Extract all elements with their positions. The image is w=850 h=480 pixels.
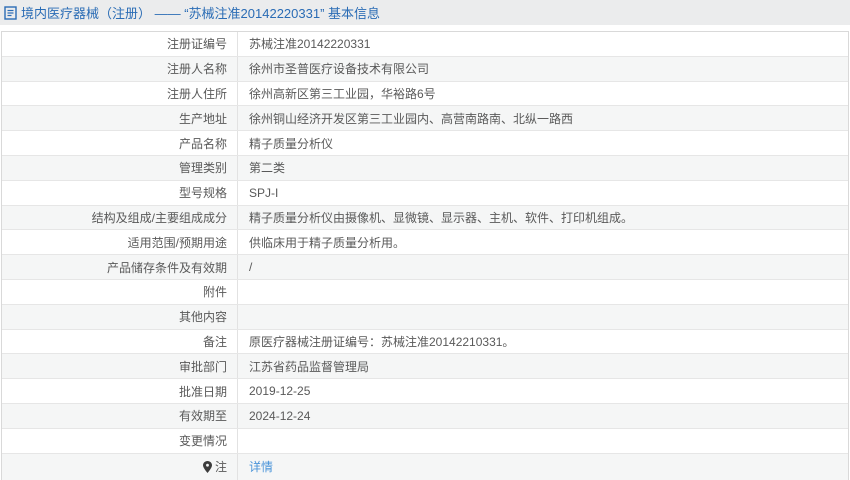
registration-info-table: 注册证编号 苏械注准20142220331 注册人名称 徐州市圣普医疗设备技术有限公司… bbox=[1, 31, 849, 480]
row-value: 江苏省药品监督管理局 bbox=[238, 354, 848, 378]
row-label: 有效期至 bbox=[2, 403, 238, 428]
row-value: SPJ-I bbox=[238, 181, 848, 205]
row-label-text: 附件 bbox=[202, 285, 227, 300]
row-label-text: 管理类别 bbox=[178, 161, 227, 176]
table-row: 适用范围/预期用途 供临床用于精子质量分析用。 bbox=[2, 230, 848, 256]
row-value bbox=[238, 305, 848, 329]
page-title-text: 境内医疗器械（注册） —— “苏械注准20142220331” 基本信息 bbox=[21, 6, 381, 21]
row-value: 徐州高新区第三工业园，华裕路6号 bbox=[238, 82, 848, 106]
row-value-text: 2019-12-25 bbox=[249, 384, 311, 399]
row-value-text: 2024-12-24 bbox=[249, 408, 311, 423]
row-label-text: 生产地址 bbox=[178, 111, 227, 126]
row-value: 徐州市圣普医疗设备技术有限公司 bbox=[238, 57, 848, 81]
pin-icon bbox=[202, 460, 212, 473]
row-value bbox=[238, 429, 848, 453]
row-label: 审批部门 bbox=[2, 354, 238, 379]
table-row: 产品名称 精子质量分析仪 bbox=[2, 131, 848, 156]
row-label: 注 bbox=[2, 453, 238, 480]
row-label-text: 注册人住所 bbox=[166, 86, 227, 101]
row-label: 备注 bbox=[2, 329, 238, 354]
row-label-text: 有效期至 bbox=[178, 409, 227, 424]
row-value: 详情 bbox=[238, 454, 848, 480]
table-row: 批准日期 2019-12-25 bbox=[2, 379, 848, 404]
row-label: 变更情况 bbox=[2, 428, 238, 453]
row-value-text: 第二类 bbox=[249, 161, 286, 176]
row-label: 管理类别 bbox=[2, 155, 238, 180]
row-label: 注册人住所 bbox=[2, 81, 238, 106]
table-row: 其他内容 bbox=[2, 304, 848, 330]
row-label: 注册人名称 bbox=[2, 56, 238, 81]
table-row: 结构及组成/主要组成成分 精子质量分析仪由摄像机、显微镜、显示器、主机、软件、打印… bbox=[2, 205, 848, 231]
row-value: 第二类 bbox=[238, 156, 848, 180]
table-row: 注 详情 bbox=[2, 453, 848, 480]
row-label: 附件 bbox=[2, 279, 238, 304]
row-label-text: 注 bbox=[214, 460, 227, 475]
registration-info-page: 境内医疗器械（注册） —— “苏械注准20142220331” 基本信息 注册证… bbox=[0, 0, 850, 480]
table-row: 生产地址 徐州铜山经济开发区第三工业园内、高营南路南、北纵一路西 bbox=[2, 106, 848, 132]
table-row: 审批部门 江苏省药品监督管理局 bbox=[2, 354, 848, 380]
row-value bbox=[238, 280, 848, 304]
row-value: 徐州铜山经济开发区第三工业园内、高营南路南、北纵一路西 bbox=[238, 106, 848, 130]
row-label-text: 适用范围/预期用途 bbox=[127, 235, 227, 250]
row-value-text: 徐州铜山经济开发区第三工业园内、高营南路南、北纵一路西 bbox=[249, 111, 574, 126]
row-value: 原医疗器械注册证编号：苏械注准20142210331。 bbox=[238, 330, 848, 354]
row-value: 2019-12-25 bbox=[238, 379, 848, 403]
row-value-text: 苏械注准20142220331 bbox=[249, 37, 371, 52]
row-label-text: 型号规格 bbox=[178, 186, 227, 201]
row-label: 其他内容 bbox=[2, 304, 238, 329]
row-label: 型号规格 bbox=[2, 180, 238, 205]
row-value: 苏械注准20142220331 bbox=[238, 32, 848, 56]
row-label: 产品储存条件及有效期 bbox=[2, 255, 238, 279]
row-value-text: 徐州高新区第三工业园，华裕路6号 bbox=[249, 86, 436, 101]
row-label-text: 审批部门 bbox=[178, 359, 227, 374]
row-label: 产品名称 bbox=[2, 131, 238, 155]
table-row: 注册人住所 徐州高新区第三工业园，华裕路6号 bbox=[2, 81, 848, 107]
table-row: 有效期至 2024-12-24 bbox=[2, 403, 848, 429]
document-icon bbox=[4, 5, 17, 20]
detail-link[interactable]: 详情 bbox=[249, 458, 273, 475]
row-value-text: 供临床用于精子质量分析用。 bbox=[249, 235, 406, 250]
page-header: 境内医疗器械（注册） —— “苏械注准20142220331” 基本信息 bbox=[0, 0, 850, 25]
table-row: 备注 原医疗器械注册证编号：苏械注准20142210331。 bbox=[2, 329, 848, 355]
row-label-text: 产品名称 bbox=[178, 136, 227, 151]
row-label: 适用范围/预期用途 bbox=[2, 230, 238, 255]
row-label-text: 产品储存条件及有效期 bbox=[106, 260, 227, 275]
page-title: 境内医疗器械（注册） —— “苏械注准20142220331” 基本信息 bbox=[4, 3, 380, 22]
row-value: 精子质量分析仪 bbox=[238, 131, 848, 155]
row-label: 生产地址 bbox=[2, 106, 238, 131]
row-value-text: / bbox=[249, 260, 253, 275]
table-row: 产品储存条件及有效期 / bbox=[2, 255, 848, 280]
row-value: / bbox=[238, 255, 848, 279]
row-value-text: 江苏省药品监督管理局 bbox=[249, 359, 370, 374]
row-value: 精子质量分析仪由摄像机、显微镜、显示器、主机、软件、打印机组成。 bbox=[238, 206, 848, 230]
row-value-text: SPJ-I bbox=[249, 185, 279, 200]
row-value: 供临床用于精子质量分析用。 bbox=[238, 230, 848, 254]
table-row: 注册证编号 苏械注准20142220331 bbox=[2, 32, 848, 57]
row-label-text: 注册证编号 bbox=[166, 37, 227, 52]
row-label: 结构及组成/主要组成成分 bbox=[2, 205, 238, 230]
row-value-text: 精子质量分析仪由摄像机、显微镜、显示器、主机、软件、打印机组成。 bbox=[249, 210, 634, 225]
table-row: 附件 bbox=[2, 279, 848, 305]
row-label: 注册证编号 bbox=[2, 32, 238, 56]
row-value-text: 精子质量分析仪 bbox=[249, 136, 334, 151]
row-label-text: 其他内容 bbox=[178, 310, 227, 325]
row-value-text: 原医疗器械注册证编号：苏械注准20142210331。 bbox=[249, 334, 515, 349]
row-label: 批准日期 bbox=[2, 379, 238, 403]
row-label-text: 注册人名称 bbox=[166, 62, 227, 77]
row-label-text: 结构及组成/主要组成成分 bbox=[91, 210, 227, 225]
table-row: 变更情况 bbox=[2, 428, 848, 454]
row-label-text: 备注 bbox=[202, 334, 227, 349]
row-label-text: 变更情况 bbox=[178, 434, 227, 449]
row-value: 2024-12-24 bbox=[238, 404, 848, 428]
table-row: 注册人名称 徐州市圣普医疗设备技术有限公司 bbox=[2, 56, 848, 82]
row-value-text: 徐州市圣普医疗设备技术有限公司 bbox=[249, 62, 430, 77]
table-row: 型号规格 SPJ-I bbox=[2, 180, 848, 206]
table-row: 管理类别 第二类 bbox=[2, 155, 848, 181]
row-label-text: 批准日期 bbox=[178, 384, 227, 399]
